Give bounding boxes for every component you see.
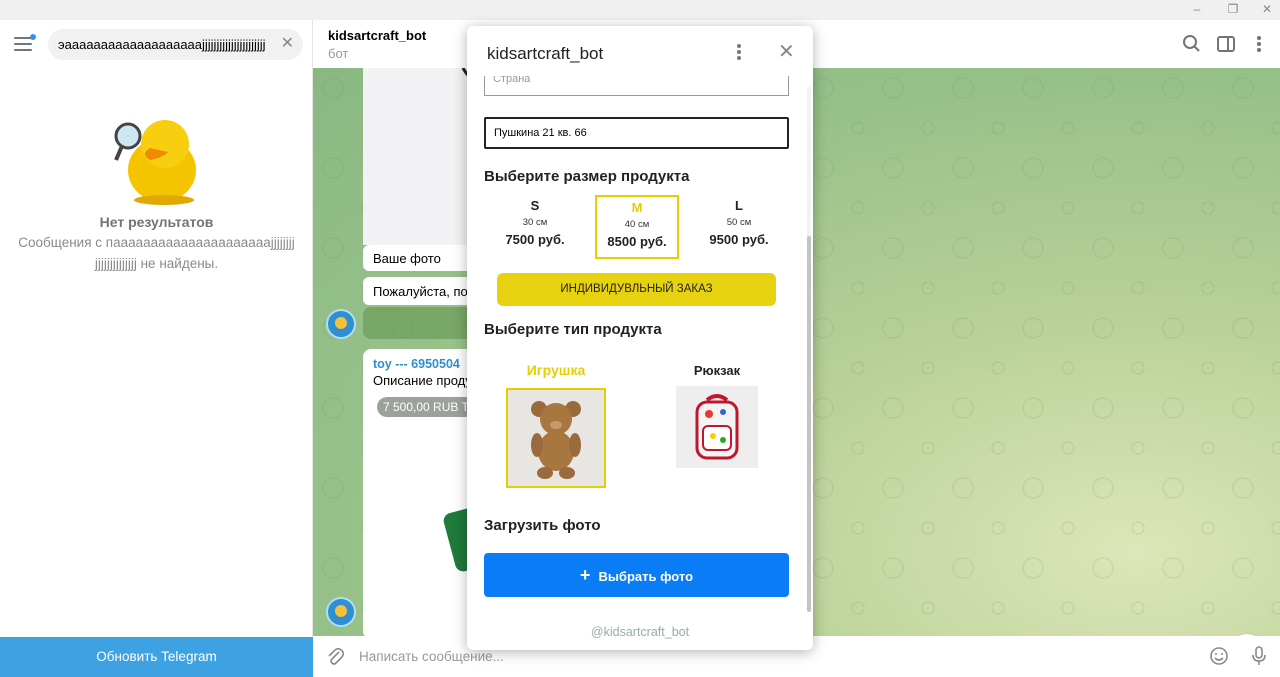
teddy-bear-image	[506, 388, 606, 488]
popup-more-icon[interactable]	[735, 44, 743, 62]
message-input[interactable]: Написать сообщение...	[359, 649, 504, 664]
size-letter: M	[631, 200, 643, 215]
microphone-icon[interactable]	[1249, 645, 1269, 667]
plus-icon: +	[579, 565, 591, 585]
restore-icon[interactable]: ❐	[1226, 2, 1240, 16]
choose-photo-button[interactable]: + Выбрать фото	[484, 553, 789, 597]
type-label: Рюкзак	[693, 363, 741, 378]
popup-title: kidsartcraft_bot	[487, 44, 604, 63]
upload-section-title: Загрузить фото	[484, 517, 601, 534]
close-window-icon[interactable]: ✕	[1260, 2, 1274, 16]
popup-close-icon[interactable]: ✕	[778, 42, 795, 62]
size-option-l[interactable]: L 50 см 9500 руб.	[697, 195, 781, 259]
chat-title: kidsartcraft_bot	[328, 28, 427, 43]
size-cm: 30 см	[522, 217, 548, 228]
attach-icon[interactable]	[325, 646, 345, 666]
size-price: 7500 руб.	[505, 232, 565, 247]
webapp-popup: kidsartcraft_bot ✕ Страна Пушкина 21 кв.…	[467, 26, 813, 650]
country-field[interactable]: Страна	[484, 76, 789, 96]
backpack-image	[676, 386, 758, 468]
size-cm: 40 см	[624, 219, 650, 230]
scrollbar-thumb[interactable]	[807, 236, 811, 612]
menu-icon[interactable]	[14, 34, 36, 51]
search-input[interactable]: эaaaaaaaaaaaaaaaaaaajjjjjjjjjjjjjjjjjjjj…	[48, 29, 303, 60]
bot-avatar[interactable]	[326, 309, 356, 339]
sidebar-toggle-icon[interactable]	[1216, 34, 1236, 54]
no-results-title: Нет результатов	[99, 214, 214, 230]
search-icon[interactable]	[1182, 34, 1202, 54]
type-option-backpack[interactable]: Рюкзак	[676, 362, 758, 468]
emoji-icon[interactable]	[1209, 646, 1229, 666]
popup-footer-username: @kidsartcraft_bot	[590, 625, 690, 639]
type-section-title: Выберите тип продукта	[484, 321, 662, 338]
duck-sticker-icon	[114, 120, 196, 205]
size-section-title: Выберите размер продукта	[484, 168, 690, 185]
window-titlebar: – ❐ ✕	[0, 0, 1280, 20]
search-value: эaaaaaaaaaaaaaaaaaaajjjjjjjjjjjjjjjjjjjj…	[58, 37, 266, 52]
more-vertical-icon[interactable]	[1249, 34, 1269, 54]
size-option-s[interactable]: S 30 см 7500 руб.	[493, 195, 577, 259]
no-results-subtitle: Сообщения с пaaaaaaaaaaaaaaaaaaaaajjjjjj…	[18, 235, 295, 271]
product-name[interactable]: toy --- 6950504	[373, 357, 460, 371]
product-price-badge: 7 500,00 RUB T	[377, 397, 475, 417]
size-cm: 50 см	[726, 217, 752, 228]
choose-photo-label: Выбрать фото	[598, 569, 694, 584]
sidebar: эaaaaaaaaaaaaaaaaaaajjjjjjjjjjjjjjjjjjjj…	[0, 20, 313, 677]
minimize-icon[interactable]: –	[1190, 2, 1204, 16]
update-telegram-button[interactable]: Обновить Telegram	[0, 637, 313, 677]
chat-subtitle: бот	[328, 46, 349, 61]
address-field[interactable]: Пушкина 21 кв. 66	[484, 117, 789, 149]
type-label: Игрушка	[526, 362, 586, 378]
size-price: 9500 руб.	[709, 232, 769, 247]
bot-avatar-2[interactable]	[326, 597, 356, 627]
clear-search-icon[interactable]: ✕	[281, 35, 294, 53]
custom-order-button[interactable]: ИНДИВИДУВЛЬНЫЙ ЗАКАЗ	[497, 273, 776, 306]
size-letter: L	[735, 198, 743, 213]
product-description: Описание проду	[373, 373, 472, 388]
size-option-m[interactable]: M 40 см 8500 руб.	[595, 195, 679, 259]
popup-body: Страна Пушкина 21 кв. 66 Выберите размер…	[467, 76, 813, 650]
size-letter: S	[530, 198, 540, 213]
size-price: 8500 руб.	[607, 234, 667, 249]
type-option-toy[interactable]: Игрушка	[505, 362, 607, 488]
